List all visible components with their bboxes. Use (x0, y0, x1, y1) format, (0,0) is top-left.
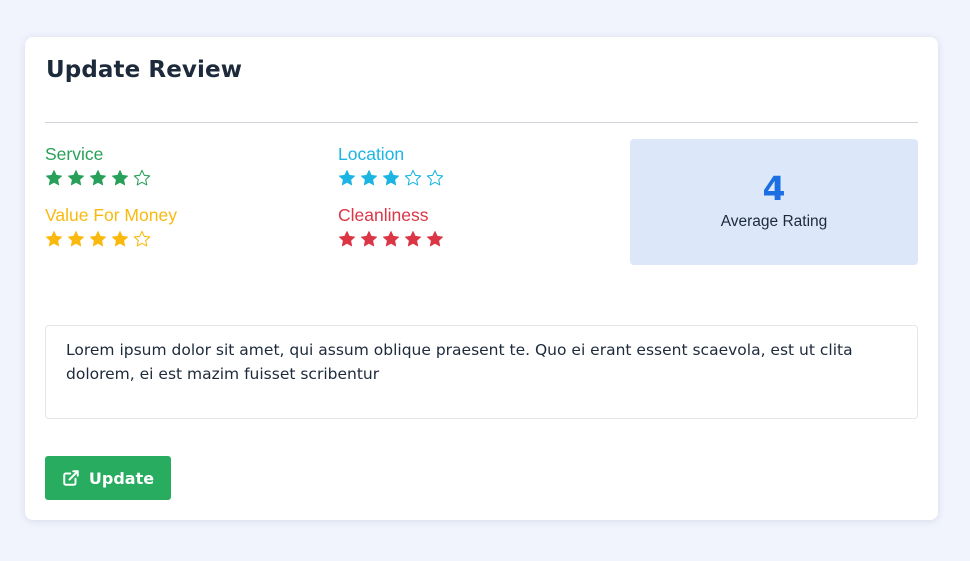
star-rating-location[interactable] (338, 169, 444, 187)
star-rating-service[interactable] (45, 169, 151, 187)
update-button[interactable]: Update (45, 456, 171, 500)
review-card: Update Review Service Location Value For… (25, 37, 938, 520)
star-filled-icon[interactable] (426, 230, 444, 248)
rating-value-for-money: Value For Money (45, 205, 177, 248)
star-filled-icon[interactable] (67, 169, 85, 187)
rating-cleanliness: Cleanliness (338, 205, 444, 248)
average-rating-box: 4 Average Rating (630, 139, 918, 265)
star-filled-icon[interactable] (382, 169, 400, 187)
star-filled-icon[interactable] (89, 230, 107, 248)
star-empty-icon[interactable] (133, 230, 151, 248)
star-filled-icon[interactable] (338, 230, 356, 248)
star-filled-icon[interactable] (360, 230, 378, 248)
rating-location: Location (338, 144, 444, 187)
star-filled-icon[interactable] (338, 169, 356, 187)
review-comment-field[interactable]: Lorem ipsum dolor sit amet, qui assum ob… (45, 325, 918, 419)
star-rating-value-for-money[interactable] (45, 230, 177, 248)
divider (45, 122, 918, 123)
update-button-label: Update (88, 468, 155, 488)
rating-label-cleanliness: Cleanliness (338, 205, 429, 225)
star-empty-icon[interactable] (133, 169, 151, 187)
rating-label-value-for-money: Value For Money (45, 205, 177, 225)
star-filled-icon[interactable] (89, 169, 107, 187)
star-empty-icon[interactable] (404, 169, 422, 187)
star-filled-icon[interactable] (111, 230, 129, 248)
star-filled-icon[interactable] (382, 230, 400, 248)
rating-label-service: Service (45, 144, 104, 164)
average-rating-label: Average Rating (720, 213, 828, 230)
rating-service: Service (45, 144, 151, 187)
star-filled-icon[interactable] (67, 230, 85, 248)
star-filled-icon[interactable] (45, 169, 63, 187)
star-filled-icon[interactable] (404, 230, 422, 248)
page-title: Update Review (46, 57, 243, 83)
star-filled-icon[interactable] (45, 230, 63, 248)
star-rating-cleanliness[interactable] (338, 230, 444, 248)
external-link-icon (62, 469, 80, 487)
rating-label-location: Location (338, 144, 405, 164)
star-filled-icon[interactable] (111, 169, 129, 187)
average-rating-value: 4 (762, 169, 786, 208)
star-empty-icon[interactable] (426, 169, 444, 187)
star-filled-icon[interactable] (360, 169, 378, 187)
